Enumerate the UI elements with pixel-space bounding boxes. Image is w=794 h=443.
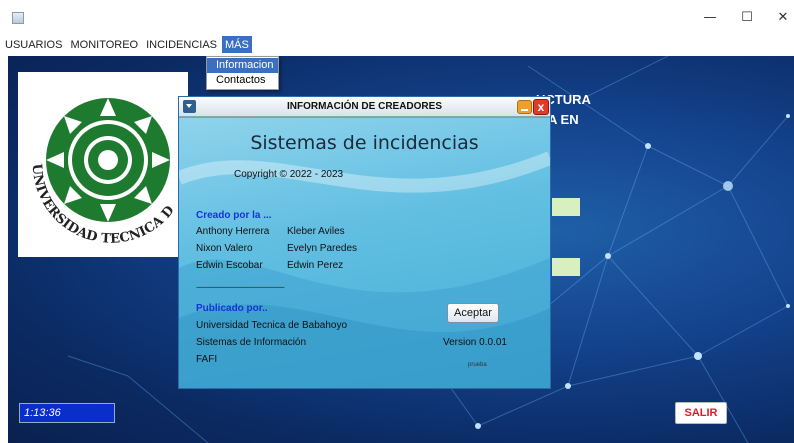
background-field-1[interactable] — [552, 198, 580, 216]
copyright-text: Copyright © 2022 - 2023 — [234, 169, 344, 180]
dialog-body: Sistemas de incidencias Copyright © 2022… — [179, 118, 550, 388]
menu-mas[interactable]: MÁS — [222, 36, 252, 53]
dialog-minimize-icon[interactable] — [517, 100, 532, 114]
background-field-2[interactable] — [552, 258, 580, 276]
menu-item-contactos[interactable]: Contactos — [207, 73, 278, 88]
menu-item-informacion[interactable]: Informacion — [207, 58, 278, 73]
dialog-close-icon[interactable]: x — [533, 99, 549, 115]
clock-display: 1:13:36 — [19, 403, 115, 423]
menu-bar: USUARIOS MONITOREO INCIDENCIAS MÁS — [0, 36, 794, 56]
minimize-icon[interactable]: — — [700, 8, 720, 28]
published-by-label: Publicado por.. — [196, 303, 268, 314]
dialog-heading: Sistemas de incidencias — [250, 132, 479, 154]
menu-monitoreo[interactable]: MONITOREO — [65, 36, 141, 56]
menu-usuarios[interactable]: USUARIOS — [0, 36, 65, 56]
creator-name: Kleber Aviles — [287, 226, 345, 237]
dialog-title-bar: INFORMACIÓN DE CREADORES x — [179, 97, 550, 117]
title-bar: — ☐ ✕ — [0, 0, 794, 36]
creator-name: Edwin Escobar — [196, 260, 263, 271]
publisher-name: Universidad Tecnica de Babahoyo — [196, 320, 348, 331]
app-icon — [12, 12, 24, 24]
creator-name: Evelyn Paredes — [287, 243, 358, 254]
exit-button[interactable]: SALIR — [675, 402, 727, 424]
maximize-icon[interactable]: ☐ — [737, 8, 757, 28]
university-logo: UNIVERSIDAD TECNICA DE BA — [18, 72, 188, 257]
accept-button[interactable]: Aceptar — [447, 303, 499, 323]
background-heading-line2: A EN — [548, 112, 579, 127]
creator-name: Anthony Herrera — [196, 226, 270, 237]
separator-line: ----------------------------------------… — [196, 282, 285, 292]
menu-incidencias[interactable]: INCIDENCIAS — [141, 36, 220, 56]
main-window: — ☐ ✕ USUARIOS MONITOREO INCIDENCIAS MÁS — [0, 0, 794, 443]
more-menu-dropdown: Informacion Contactos — [206, 56, 279, 90]
version-label: Version 0.0.01 — [443, 337, 507, 348]
publisher-name: FAFI — [196, 354, 218, 365]
creator-name: Edwin Perez — [287, 260, 344, 271]
created-by-label: Creado por la ... — [196, 210, 272, 221]
publisher-name: Sistemas de Información — [196, 337, 307, 348]
dialog-title: INFORMACIÓN DE CREADORES — [286, 101, 442, 112]
close-icon[interactable]: ✕ — [773, 8, 793, 28]
creators-info-dialog: INFORMACIÓN DE CREADORES x Sistemas de i… — [178, 96, 551, 389]
test-label: prueba — [468, 362, 487, 368]
creator-name: Nixon Valero — [196, 243, 253, 254]
